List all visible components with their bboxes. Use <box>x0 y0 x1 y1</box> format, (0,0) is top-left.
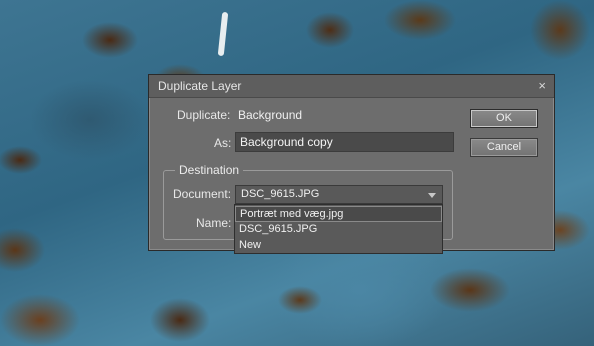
document-option-new[interactable]: New <box>235 238 442 254</box>
document-dropdown-list: Portræt med væg.jpg DSC_9615.JPG New <box>234 204 443 254</box>
document-label: Document: <box>173 187 232 201</box>
dialog-title: Duplicate Layer <box>158 79 242 93</box>
destination-legend: Destination <box>175 163 244 177</box>
document-option-portraet[interactable]: Portræt med væg.jpg <box>235 206 442 222</box>
ok-button[interactable]: OK <box>470 109 538 128</box>
name-label: Name: <box>196 216 232 230</box>
document-select[interactable]: DSC_9615.JPG <box>235 185 443 204</box>
as-label: As: <box>214 136 232 150</box>
dialog-titlebar[interactable]: Duplicate Layer × <box>149 75 554 98</box>
as-name-input[interactable] <box>235 132 454 152</box>
cancel-button[interactable]: Cancel <box>470 138 538 157</box>
chevron-down-icon <box>428 193 436 198</box>
duplicate-value: Background <box>238 108 303 122</box>
document-select-value: DSC_9615.JPG <box>241 188 320 200</box>
close-icon[interactable]: × <box>538 78 546 93</box>
document-option-dsc[interactable]: DSC_9615.JPG <box>235 222 442 238</box>
duplicate-label: Duplicate: <box>177 108 231 122</box>
